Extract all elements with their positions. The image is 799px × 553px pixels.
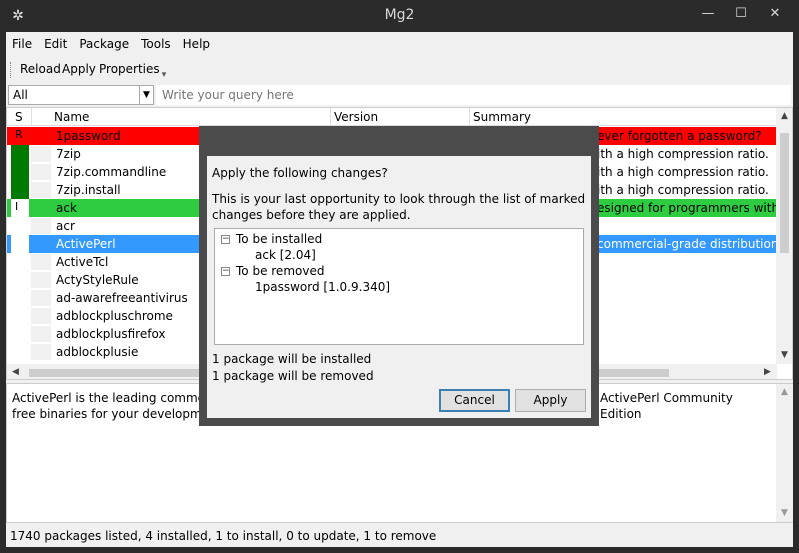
row-marker-cell[interactable]	[31, 308, 51, 324]
menu-edit[interactable]: Edit	[38, 35, 73, 51]
app-window: ✲ Mg2 — ☐ ✕ File Edit Package Tools Help…	[0, 0, 799, 553]
status-marker[interactable]	[11, 181, 29, 199]
collapse-icon[interactable]: −	[221, 235, 230, 244]
toolbar-grip[interactable]	[10, 62, 13, 78]
tree-item-remove[interactable]: 1password [1.0.9.340]	[255, 280, 390, 294]
details-line-1: ActivePerl is the leading commercia	[12, 391, 228, 405]
row-marker-cell[interactable]	[31, 272, 51, 288]
status-marker[interactable]: R	[11, 127, 29, 145]
grid-vertical-scrollbar[interactable]: ▲ ▼	[776, 108, 792, 364]
row-marker-cell[interactable]	[31, 344, 51, 360]
collapse-icon[interactable]: −	[221, 267, 230, 276]
tree-item-install[interactable]: ack [2.04]	[255, 248, 316, 262]
scroll-down-icon[interactable]: ▼	[776, 347, 792, 364]
row-marker-cell[interactable]	[31, 164, 51, 180]
status-marker[interactable]	[11, 163, 29, 181]
package-summary: ith a high compression ratio.	[597, 183, 769, 197]
package-summary: ever forgotten a password?	[597, 129, 762, 143]
dialog-body: Apply the following changes? This is you…	[207, 156, 591, 418]
maximize-icon[interactable]: ☐	[728, 4, 754, 24]
row-marker-cell[interactable]	[31, 146, 51, 162]
minimize-icon[interactable]: —	[695, 4, 721, 24]
scroll-up-icon[interactable]: ▲	[776, 108, 792, 125]
install-summary: 1 package will be installed	[212, 352, 372, 366]
row-marker-cell[interactable]	[31, 182, 51, 198]
status-bar: 1740 packages listed, 4 installed, 1 to …	[6, 525, 793, 547]
column-divider[interactable]	[330, 108, 331, 126]
package-summary: ith a high compression ratio.	[597, 147, 769, 161]
column-divider[interactable]	[469, 108, 470, 126]
tree-group-remove[interactable]: To be removed	[236, 264, 324, 278]
details-vertical-scrollbar[interactable]: ▲ ▼	[776, 384, 793, 522]
menu-help[interactable]: Help	[177, 35, 216, 51]
status-glyph: R	[15, 128, 23, 141]
reload-button[interactable]: Reload	[20, 62, 61, 76]
status-marker[interactable]: I	[11, 199, 29, 217]
row-marker-cell[interactable]	[31, 128, 51, 144]
changes-tree[interactable]: − To be installed ack [2.04] − To be rem…	[214, 228, 584, 345]
scroll-up-icon[interactable]: ▲	[776, 384, 793, 401]
status-marker[interactable]	[11, 289, 29, 307]
status-marker[interactable]	[11, 325, 29, 343]
row-marker-cell[interactable]	[31, 200, 51, 216]
title-bar[interactable]: ✲ Mg2 — ☐ ✕	[0, 0, 799, 32]
scroll-thumb[interactable]	[780, 133, 789, 253]
status-marker[interactable]	[11, 271, 29, 289]
filter-selected-value: All	[13, 88, 28, 102]
filter-dropdown[interactable]: All ▼	[8, 85, 154, 105]
menu-package[interactable]: Package	[73, 35, 135, 51]
remove-summary: 1 package will be removed	[212, 369, 374, 383]
toolbar: Reload Apply Properties ▾	[6, 56, 793, 83]
dialog-heading: Apply the following changes?	[212, 166, 388, 180]
status-text: 1740 packages listed, 4 installed, 1 to …	[10, 529, 437, 543]
details-line-1-right: ActivePerl Community Edition	[600, 391, 733, 421]
scroll-down-icon[interactable]: ▼	[776, 505, 793, 522]
status-glyph: I	[15, 200, 19, 213]
row-marker-cell[interactable]	[31, 290, 51, 306]
properties-button[interactable]: Properties	[99, 62, 160, 76]
status-marker[interactable]	[11, 217, 29, 235]
status-marker[interactable]	[11, 343, 29, 361]
column-header-name[interactable]: Name	[54, 110, 89, 124]
status-marker[interactable]	[11, 145, 29, 163]
dialog-message-line-1: This is your last opportunity to look th…	[212, 192, 586, 206]
row-marker-cell[interactable]	[31, 254, 51, 270]
cancel-button[interactable]: Cancel	[439, 389, 510, 412]
search-input[interactable]	[156, 85, 791, 105]
scroll-left-icon[interactable]: ◀	[7, 364, 24, 379]
menu-bar: File Edit Package Tools Help	[6, 35, 216, 55]
close-icon[interactable]: ✕	[762, 4, 788, 24]
apply-toolbar-button[interactable]: Apply	[62, 62, 96, 76]
column-divider[interactable]	[31, 108, 32, 126]
window-title: Mg2	[384, 7, 415, 23]
row-marker-cell[interactable]	[31, 236, 51, 252]
row-marker-cell[interactable]	[31, 218, 51, 234]
package-summary: commercial-grade distribution c	[597, 237, 777, 251]
column-header-summary[interactable]: Summary	[473, 110, 531, 124]
column-header-status[interactable]: S	[15, 110, 23, 124]
menu-file[interactable]: File	[6, 35, 38, 51]
tree-group-install[interactable]: To be installed	[236, 232, 322, 246]
status-marker[interactable]	[11, 235, 29, 253]
grid-header: S Name Version Summary	[7, 108, 777, 126]
package-summary: esigned for programmers with la	[597, 201, 777, 215]
chevron-down-icon[interactable]: ▼	[139, 86, 153, 104]
apply-button[interactable]: Apply	[515, 389, 586, 412]
toolbar-overflow-icon[interactable]: ▾	[159, 68, 169, 82]
status-marker[interactable]	[11, 253, 29, 271]
package-summary: ith a high compression ratio.	[597, 165, 769, 179]
scroll-right-icon[interactable]: ▶	[759, 364, 776, 379]
dialog-message-line-2: changes before they are applied.	[212, 208, 411, 222]
row-marker-cell[interactable]	[31, 326, 51, 342]
menu-tools[interactable]: Tools	[135, 35, 177, 51]
column-header-version[interactable]: Version	[334, 110, 378, 124]
status-marker[interactable]	[11, 307, 29, 325]
apply-changes-dialog: Apply the following changes? This is you…	[199, 126, 599, 426]
